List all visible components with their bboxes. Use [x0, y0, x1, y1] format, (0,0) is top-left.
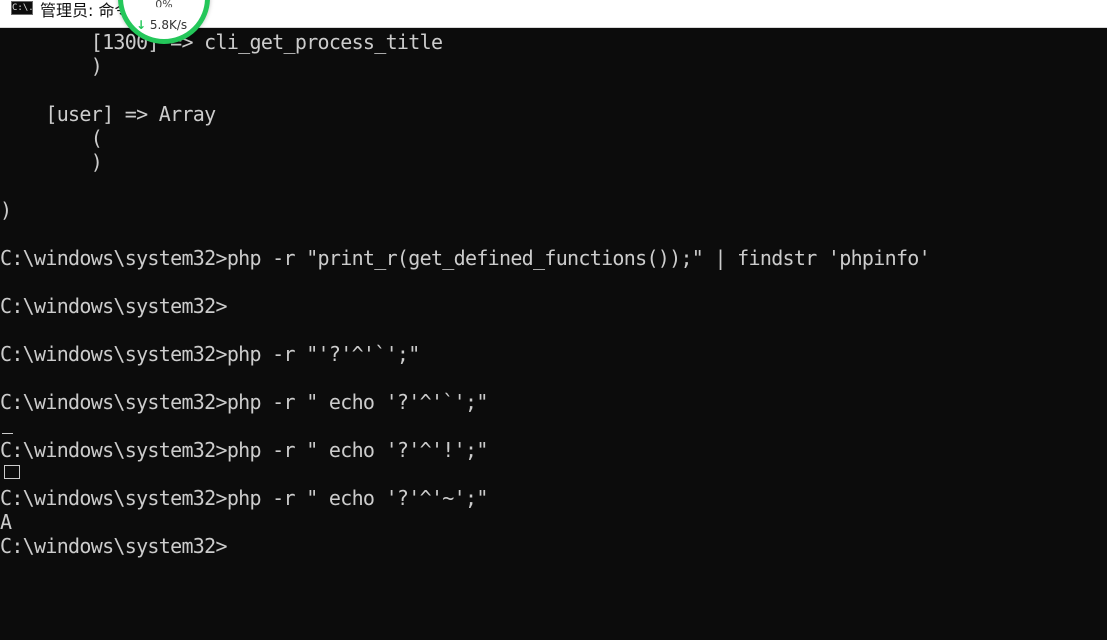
console-line: ) — [0, 54, 103, 78]
console-line: [user] => Array — [0, 102, 216, 126]
cmd-icon: C:\. — [11, 1, 34, 15]
console-line: C:\windows\system32>php -r " echo '?'^'~… — [0, 486, 488, 510]
console-line: C:\windows\system32>php -r " echo '?'^'`… — [0, 390, 488, 414]
console-line: C:\windows\system32> — [0, 534, 228, 558]
unprintable-char-glyph — [4, 465, 20, 479]
console-line: C:\windows\system32> — [0, 294, 228, 318]
console-line: A — [0, 510, 12, 534]
console-line: ) — [0, 150, 103, 174]
network-speed: ↓ 5.8K/s — [136, 18, 187, 32]
console-line: [1300] => cli_get_process_title — [0, 30, 443, 54]
output-underscore-glyph — [2, 433, 13, 434]
console-line: ( — [0, 126, 103, 150]
console-output[interactable]: [1300] => cli_get_process_title ) [user]… — [0, 28, 1107, 640]
console-line: ) — [0, 198, 12, 222]
download-arrow-icon: ↓ — [136, 18, 147, 32]
console-line: C:\windows\system32>php -r "print_r(get_… — [0, 246, 931, 270]
console-line: C:\windows\system32>php -r "'?'^'`';" — [0, 342, 420, 366]
network-percent: 0% — [155, 0, 173, 11]
console-line: C:\windows\system32>php -r " echo '?'^'!… — [0, 438, 488, 462]
network-speed-value: 5.8K/s — [149, 18, 188, 32]
